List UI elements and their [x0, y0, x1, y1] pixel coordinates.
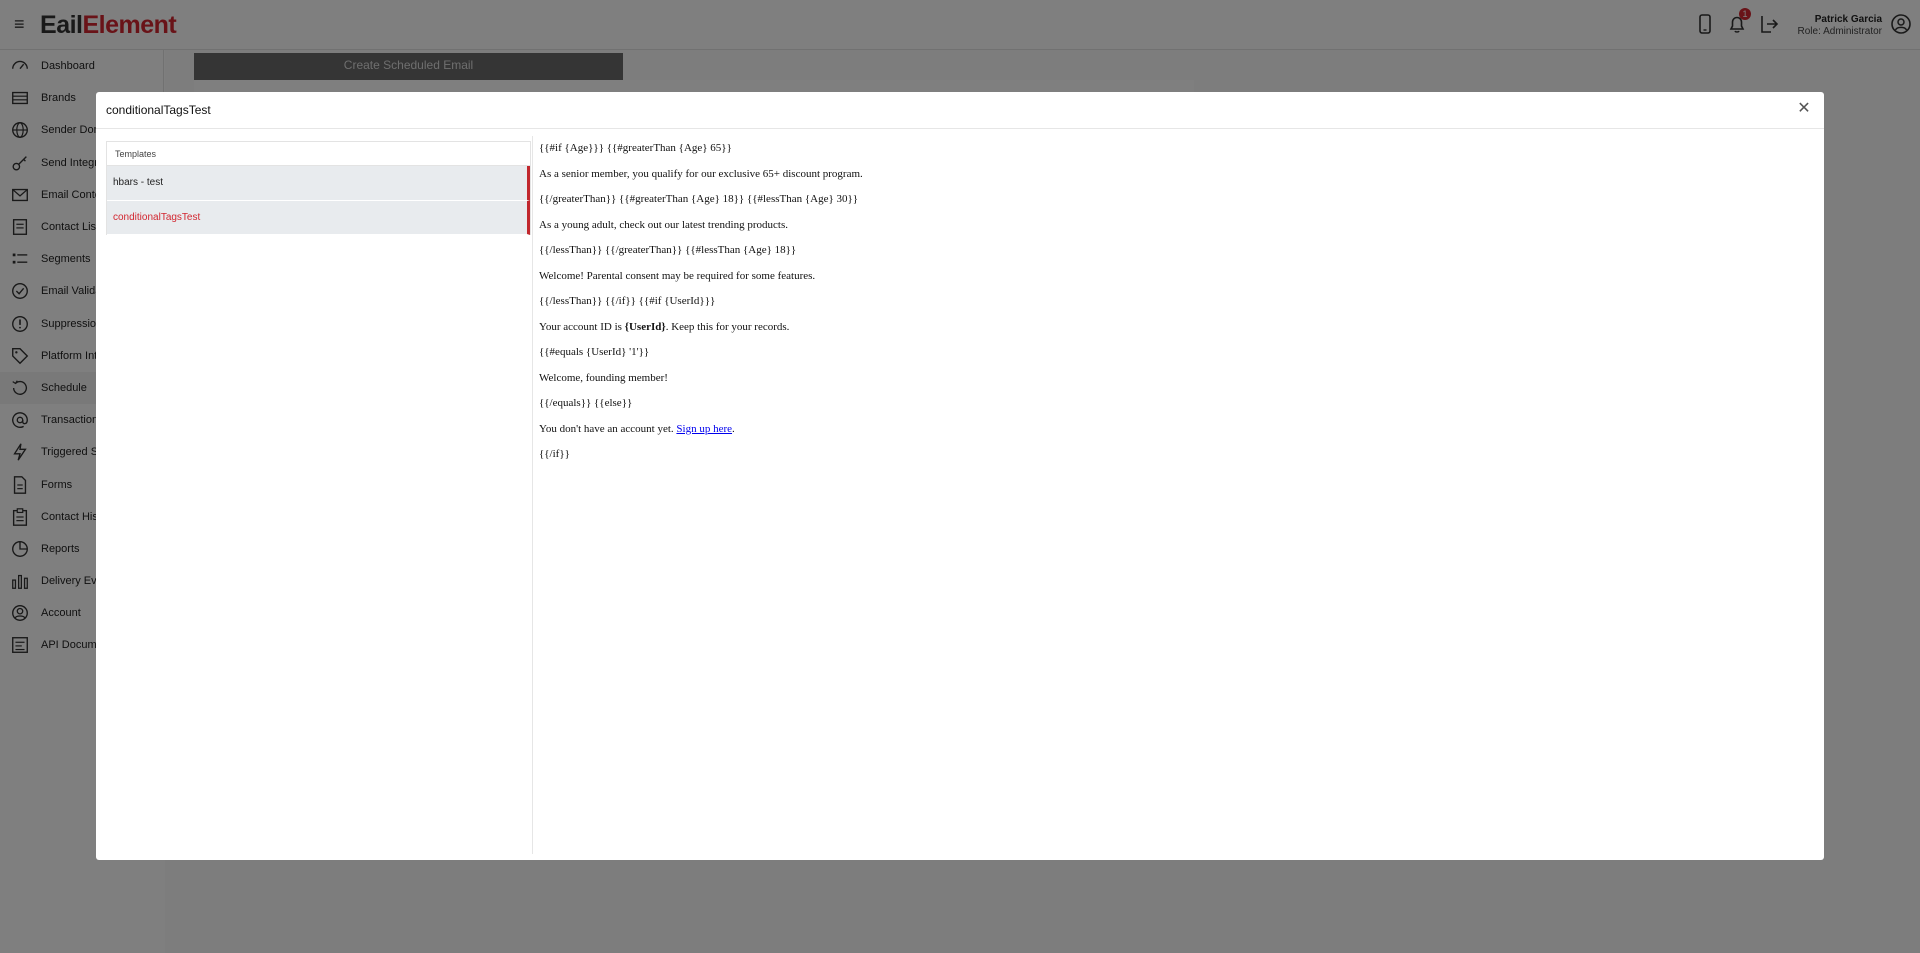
preview-line: {{/equals}} {{else}} [539, 397, 633, 409]
modal-title: conditionalTagsTest [106, 103, 211, 117]
template-item[interactable]: conditionalTagsTest [107, 200, 530, 235]
user-id-token: {UserId} [624, 320, 666, 333]
preview-line: {{/greaterThan}} {{#greaterThan {Age} 18… [539, 193, 859, 205]
preview-line-account: Your account ID is {UserId}. Keep this f… [539, 319, 863, 345]
templates-list: Templates hbars - test conditionalTagsTe… [106, 141, 531, 235]
preview-line: {{#if {Age}}} {{#greaterThan {Age} 65}} [539, 142, 732, 154]
template-preview: {{#if {Age}}} {{#greaterThan {Age} 65}} … [539, 140, 863, 472]
templates-header: Templates [107, 142, 530, 166]
preview-line: {{#equals {UserId} '1'}} [539, 346, 650, 358]
account-line-suffix: . Keep this for your records. [665, 320, 790, 333]
template-item[interactable]: hbars - test [107, 166, 530, 201]
preview-line: Welcome! Parental consent may be require… [539, 269, 816, 282]
preview-line: As a senior member, you qualify for our … [539, 167, 863, 180]
template-modal: conditionalTagsTest ✕ Templates hbars - … [96, 92, 1824, 860]
signup-line-suffix: . [732, 422, 735, 435]
modal-header: conditionalTagsTest ✕ [96, 92, 1824, 129]
preview-line: {{/if}} [539, 448, 570, 460]
preview-line-signup: You don't have an account yet. Sign up h… [539, 421, 863, 447]
preview-line: {{/lessThan}} {{/greaterThan}} {{#lessTh… [539, 244, 797, 256]
signup-link[interactable]: Sign up here [676, 423, 732, 435]
preview-line: Welcome, founding member! [539, 371, 668, 384]
close-icon[interactable]: ✕ [1796, 101, 1812, 117]
preview-line: As a young adult, check out our latest t… [539, 218, 788, 231]
signup-line-prefix: You don't have an account yet. [539, 422, 677, 435]
account-line-prefix: Your account ID is [539, 320, 625, 333]
panel-divider [532, 136, 533, 854]
preview-line: {{/lessThan}} {{/if}} {{#if {UserId}}} [539, 295, 716, 307]
